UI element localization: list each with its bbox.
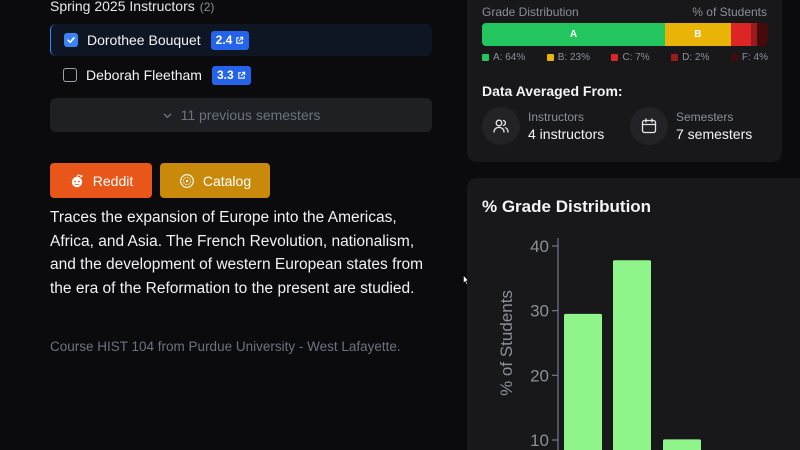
grade-segment-f (756, 23, 768, 46)
instructor-name: Deborah Fleetham (86, 67, 202, 83)
grade-segment-c (730, 23, 751, 46)
legend-item-f: F: 4% (730, 52, 768, 63)
chart-bar (613, 260, 651, 450)
legend-swatch (730, 54, 738, 61)
instructor-row-1[interactable]: Dorothee Bouquet 2.4 (50, 24, 432, 56)
instructor-checkbox-unchecked[interactable] (63, 68, 77, 82)
check-icon (67, 37, 75, 44)
legend-text: F: 4% (741, 52, 768, 63)
legend-item-b: B: 23% (546, 52, 590, 63)
y-tick-label: 40 (530, 237, 549, 256)
instructor-count: (2) (199, 0, 215, 14)
reddit-label: Reddit (92, 172, 134, 189)
gpa-value: 3.3 (216, 68, 234, 82)
calendar-icon-wrap (630, 107, 668, 145)
catalog-button[interactable]: Catalog (160, 163, 270, 198)
course-description: Traces the expansion of Europe into the … (50, 209, 424, 297)
grade-chart-card: % Grade Distribution 10 20 30 40% of Studen… (467, 178, 800, 450)
previous-semesters-toggle[interactable]: 11 previous semesters (50, 98, 432, 132)
grade-bar-chart: 10 20 30 40 % of Students (497, 237, 701, 450)
legend-item-c: C: 7% (611, 52, 650, 63)
semesters-stat: Semesters 7 semesters (630, 107, 752, 145)
percent-students-label: % of Students (692, 5, 767, 19)
course-source-note: Course HIST 104 from Purdue University -… (50, 339, 401, 354)
previous-semesters-label: 11 previous semesters (180, 107, 321, 123)
legend-text: A: 64% (493, 52, 526, 63)
legend-swatch (671, 54, 679, 61)
external-link-icon (237, 71, 245, 79)
y-tick-label: 30 (530, 302, 549, 321)
y-tick-label: 10 (530, 431, 549, 450)
legend-swatch (611, 54, 619, 61)
instructor-checkbox-checked[interactable] (64, 33, 78, 47)
legend-text: B: 23% (557, 52, 590, 63)
instructor-row-2[interactable]: Deborah Fleetham 3.3 (50, 59, 432, 91)
legend-item-d: D: 2% (671, 52, 709, 63)
grade-summary-card: Grade Distribution % of Students AB A: 6… (467, 0, 782, 162)
gpa-badge-link[interactable]: 2.4 (210, 30, 250, 50)
instructors-stat: Instructors 4 instructors (482, 107, 604, 145)
instructors-heading: Spring 2025 Instructors (2) (50, 0, 214, 14)
calendar-icon (641, 118, 657, 134)
y-tick-label: 20 (530, 366, 549, 385)
catalog-label: Catalog (202, 172, 252, 189)
instructors-heading-text: Spring 2025 Instructors (50, 0, 195, 14)
catalog-icon (180, 173, 194, 188)
grade-distribution-label: Grade Distribution (482, 5, 579, 19)
instructor-name: Dorothee Bouquet (87, 32, 201, 48)
reddit-button[interactable]: Reddit (50, 163, 152, 198)
semesters-stat-value: 7 semesters (676, 125, 753, 142)
external-link-icon (236, 36, 244, 44)
legend-text: D: 2% (682, 52, 710, 63)
legend-swatch (482, 54, 489, 61)
gpa-badge-link[interactable]: 3.3 (211, 65, 251, 85)
legend-text: C: 7% (622, 52, 650, 63)
y-axis-label: % of Students (497, 290, 516, 396)
legend-swatch (546, 54, 554, 61)
reddit-icon (71, 173, 83, 187)
legend-item-a: A: 64% (482, 52, 525, 63)
data-averaged-title: Data Averaged From: (482, 83, 623, 99)
grade-distribution-bar: AB (482, 23, 768, 46)
grade-segment-a: A (482, 23, 666, 46)
grade-legend: A: 64% B: 23% C: 7% D: 2% F: 4% (482, 52, 768, 63)
users-icon-wrap (482, 107, 520, 145)
chart-bar (564, 313, 602, 450)
semesters-stat-label: Semesters (676, 109, 734, 124)
chevron-down-icon (163, 112, 171, 118)
chart-bar (663, 439, 701, 450)
instructors-stat-value: 4 instructors (528, 125, 605, 142)
gpa-value: 2.4 (215, 33, 233, 47)
grade-segment-b: B (665, 23, 731, 46)
users-icon (493, 119, 509, 133)
instructors-stat-label: Instructors (528, 109, 585, 124)
